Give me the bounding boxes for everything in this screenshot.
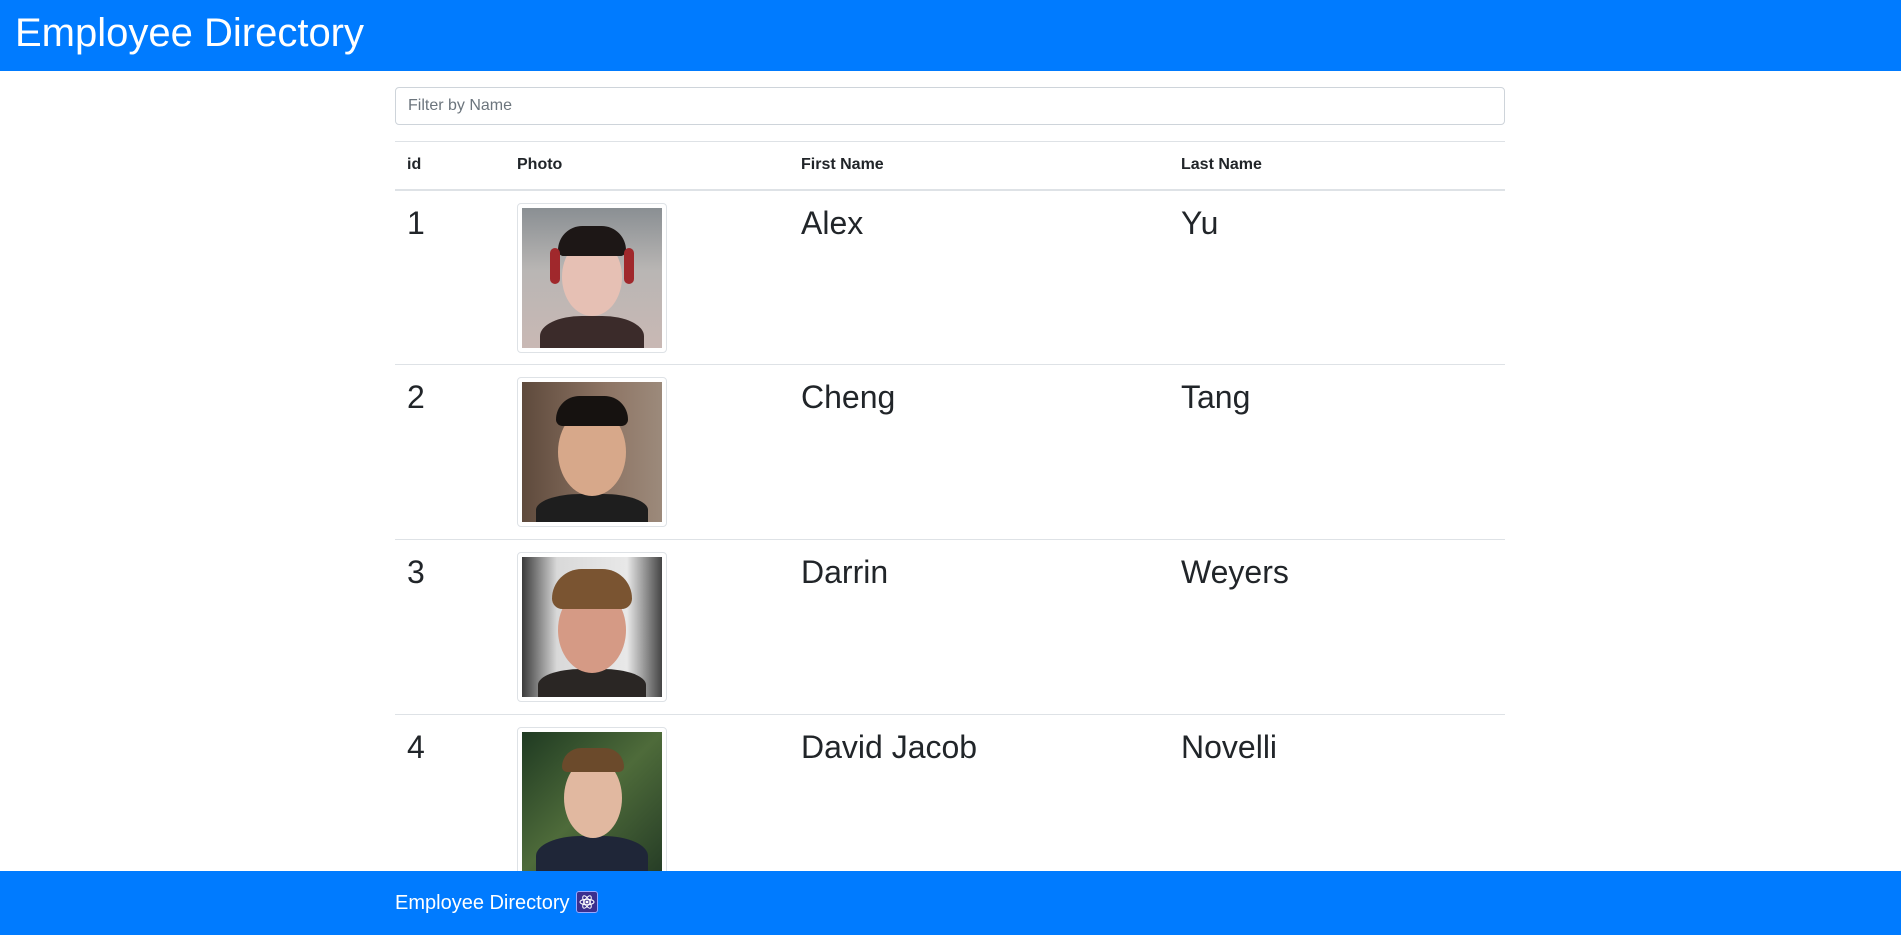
table-header: id Photo First Name Last Name (395, 141, 1505, 191)
employee-first-name: Darrin (789, 539, 1169, 715)
employee-last-name: Yu (1169, 189, 1505, 365)
filter-by-name-input[interactable] (395, 87, 1505, 125)
table-row: 3 Darrin Weyers (395, 539, 1505, 715)
page-title: Employee Directory (15, 11, 365, 55)
employee-photo (517, 552, 667, 702)
employee-photo (517, 727, 667, 877)
table-row: 1 Alex Yu (395, 189, 1505, 365)
table-row: 4 David Jacob Novelli (395, 714, 1505, 890)
column-header-first-name[interactable]: First Name (789, 141, 1169, 191)
employee-id: 3 (395, 539, 505, 715)
column-header-id[interactable]: id (395, 141, 505, 191)
react-icon (575, 891, 598, 913)
employee-id: 2 (395, 364, 505, 540)
employee-photo (517, 377, 667, 527)
table-row: 2 Cheng Tang (395, 364, 1505, 540)
app-header: Employee Directory (0, 0, 1901, 71)
employee-last-name: Weyers (1169, 539, 1505, 715)
employee-first-name: David Jacob (789, 714, 1169, 890)
column-header-photo[interactable]: Photo (505, 141, 789, 191)
employee-id: 4 (395, 714, 505, 890)
employee-last-name: Tang (1169, 364, 1505, 540)
employee-first-name: Cheng (789, 364, 1169, 540)
footer-text: Employee Directory (395, 892, 570, 914)
employee-first-name: Alex (789, 189, 1169, 365)
employee-table: id Photo First Name Last Name 1 Alex Yu … (395, 141, 1505, 890)
app-footer: Employee Directory (0, 871, 1901, 935)
main-content: id Photo First Name Last Name 1 (395, 87, 1505, 890)
employee-last-name: Novelli (1169, 714, 1505, 890)
employee-photo (517, 202, 667, 353)
employee-id: 1 (395, 189, 505, 365)
column-header-last-name[interactable]: Last Name (1169, 141, 1505, 191)
